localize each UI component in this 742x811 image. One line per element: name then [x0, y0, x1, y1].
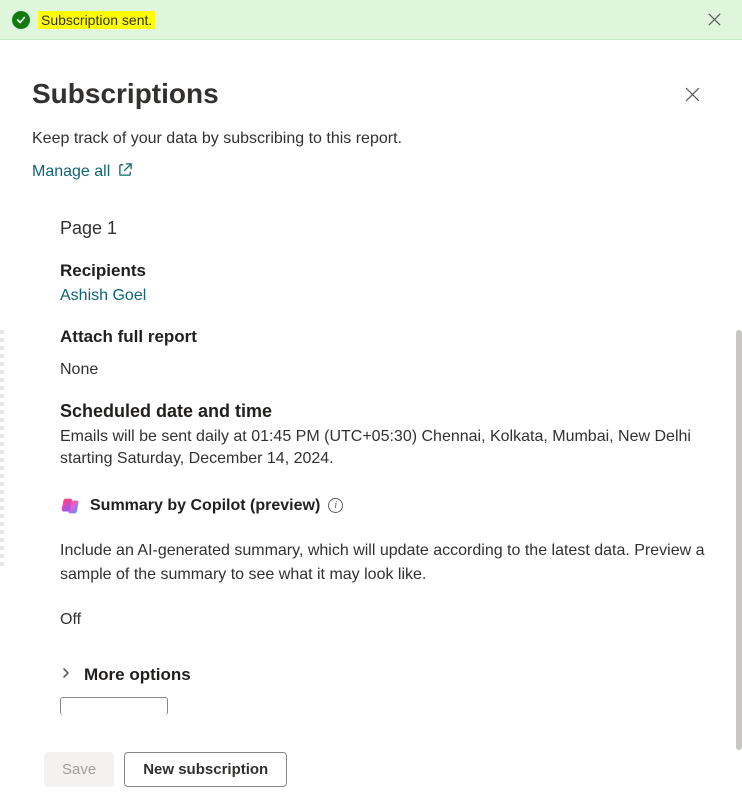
scrollbar-thumb[interactable] [736, 330, 742, 750]
chevron-right-icon [60, 666, 72, 684]
footer: Save New subscription [32, 740, 710, 811]
copilot-label: Summary by Copilot (preview) [90, 497, 320, 515]
notification-close-button[interactable] [698, 4, 730, 36]
manage-all-link[interactable]: Manage all [32, 162, 710, 182]
panel-close-button[interactable] [674, 76, 710, 112]
schedule-label: Scheduled date and time [60, 401, 710, 422]
attach-value: None [60, 361, 710, 379]
copilot-description: Include an AI-generated summary, which w… [60, 539, 710, 587]
recipients-label: Recipients [60, 261, 710, 281]
copilot-icon [60, 495, 82, 517]
schedule-text: Emails will be sent daily at 01:45 PM (U… [60, 426, 710, 471]
external-link-icon [118, 162, 133, 182]
new-subscription-button[interactable]: New subscription [124, 752, 287, 787]
panel-title: Subscriptions [32, 78, 219, 110]
recipient-link[interactable]: Ashish Goel [60, 287, 710, 305]
more-options-label: More options [84, 665, 191, 685]
left-edge-artifact [0, 326, 4, 566]
page-label: Page 1 [60, 218, 710, 239]
info-icon[interactable]: i [328, 498, 343, 513]
attach-label: Attach full report [60, 327, 710, 347]
notification-text: Subscription sent. [38, 11, 155, 29]
notification-bar: Subscription sent. [0, 0, 742, 40]
truncated-control[interactable] [60, 697, 168, 715]
more-options-toggle[interactable]: More options [60, 665, 710, 685]
success-check-icon [12, 11, 30, 29]
panel-subtitle: Keep track of your data by subscribing t… [32, 130, 710, 148]
save-button[interactable]: Save [44, 752, 114, 787]
manage-all-label: Manage all [32, 163, 110, 181]
copilot-value: Off [60, 611, 710, 629]
